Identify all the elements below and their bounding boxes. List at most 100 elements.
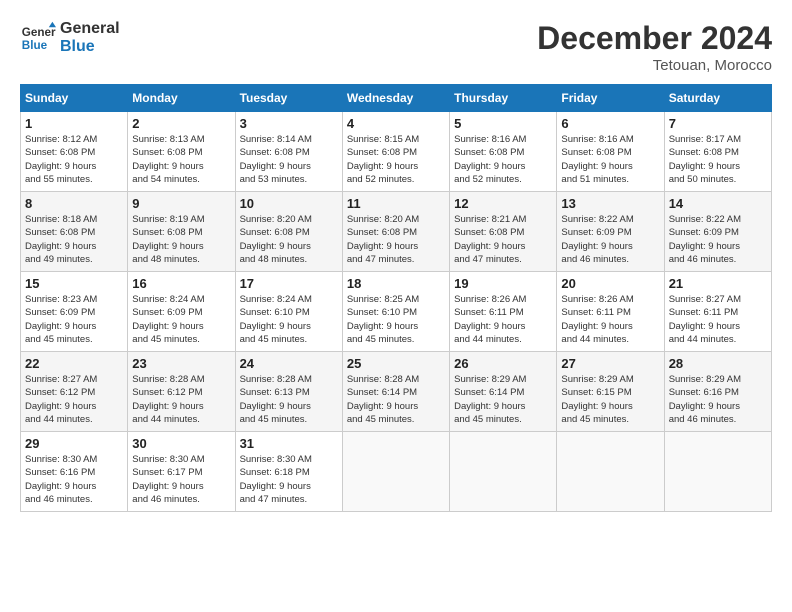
calendar-cell: 16Sunrise: 8:24 AM Sunset: 6:09 PM Dayli… <box>128 272 235 352</box>
day-number: 13 <box>561 196 659 211</box>
day-number: 26 <box>454 356 552 371</box>
day-number: 28 <box>669 356 767 371</box>
calendar-cell: 27 Sunrise: 8:29 AM Sunset: 6:15 PM Dayli… <box>557 352 664 432</box>
calendar-cell: 17 Sunrise: 8:24 AM Sunset: 6:10 PM Dayli… <box>235 272 342 352</box>
logo-blue: Blue <box>60 38 120 56</box>
day-number: 20 <box>561 276 659 291</box>
day-number: 21 <box>669 276 767 291</box>
calendar-cell: 20 Sunrise: 8:26 AM Sunset: 6:11 PM Dayli… <box>557 272 664 352</box>
day-detail: Sunrise: 8:14 AM Sunset: 6:08 PM Dayligh… <box>240 133 338 186</box>
day-number: 27 <box>561 356 659 371</box>
day-detail: Sunrise: 8:25 AM Sunset: 6:10 PM Dayligh… <box>347 293 445 346</box>
title-block: December 2024 Tetouan, Morocco <box>537 20 772 74</box>
calendar-cell: 3 Sunrise: 8:14 AM Sunset: 6:08 PM Daylig… <box>235 112 342 192</box>
day-detail: Sunrise: 8:22 AM Sunset: 6:09 PM Dayligh… <box>561 213 659 266</box>
day-number: 4 <box>347 116 445 131</box>
day-number: 22 <box>25 356 123 371</box>
calendar-cell <box>664 432 771 512</box>
day-detail: Sunrise: 8:22 AM Sunset: 6:09 PM Dayligh… <box>669 213 767 266</box>
calendar-cell: 12 Sunrise: 8:21 AM Sunset: 6:08 PM Dayli… <box>450 192 557 272</box>
day-detail: Sunrise: 8:28 AM Sunset: 6:13 PM Dayligh… <box>240 373 338 426</box>
calendar-cell: 2 Sunrise: 8:13 AM Sunset: 6:08 PM Daylig… <box>128 112 235 192</box>
col-header-thursday: Thursday <box>450 85 557 112</box>
day-detail: Sunrise: 8:16 AM Sunset: 6:08 PM Dayligh… <box>561 133 659 186</box>
day-detail: Sunrise: 8:26 AM Sunset: 6:11 PM Dayligh… <box>454 293 552 346</box>
calendar-cell: 5Sunrise: 8:16 AM Sunset: 6:08 PM Daylig… <box>450 112 557 192</box>
day-detail: Sunrise: 8:27 AM Sunset: 6:12 PM Dayligh… <box>25 373 123 426</box>
day-detail: Sunrise: 8:26 AM Sunset: 6:11 PM Dayligh… <box>561 293 659 346</box>
day-number: 16 <box>132 276 230 291</box>
calendar-cell <box>450 432 557 512</box>
day-detail: Sunrise: 8:19 AM Sunset: 6:08 PM Dayligh… <box>132 213 230 266</box>
day-detail: Sunrise: 8:20 AM Sunset: 6:08 PM Dayligh… <box>347 213 445 266</box>
calendar-cell: 26Sunrise: 8:29 AM Sunset: 6:14 PM Dayli… <box>450 352 557 432</box>
day-number: 3 <box>240 116 338 131</box>
day-number: 10 <box>240 196 338 211</box>
day-detail: Sunrise: 8:30 AM Sunset: 6:18 PM Dayligh… <box>240 453 338 506</box>
month-title: December 2024 <box>537 20 772 57</box>
calendar-cell: 4 Sunrise: 8:15 AM Sunset: 6:08 PM Daylig… <box>342 112 449 192</box>
day-number: 30 <box>132 436 230 451</box>
calendar-cell: 24 Sunrise: 8:28 AM Sunset: 6:13 PM Dayli… <box>235 352 342 432</box>
calendar-cell <box>342 432 449 512</box>
col-header-sunday: Sunday <box>21 85 128 112</box>
day-number: 14 <box>669 196 767 211</box>
location-subtitle: Tetouan, Morocco <box>537 57 772 74</box>
logo: General Blue General Blue <box>20 20 120 56</box>
calendar-cell: 19 Sunrise: 8:26 AM Sunset: 6:11 PM Dayli… <box>450 272 557 352</box>
day-detail: Sunrise: 8:29 AM Sunset: 6:16 PM Dayligh… <box>669 373 767 426</box>
page-header: General Blue General Blue December 2024 … <box>20 20 772 74</box>
day-number: 31 <box>240 436 338 451</box>
day-detail: Sunrise: 8:21 AM Sunset: 6:08 PM Dayligh… <box>454 213 552 266</box>
calendar-cell: 21 Sunrise: 8:27 AM Sunset: 6:11 PM Dayli… <box>664 272 771 352</box>
day-number: 19 <box>454 276 552 291</box>
col-header-saturday: Saturday <box>664 85 771 112</box>
col-header-tuesday: Tuesday <box>235 85 342 112</box>
calendar-cell <box>557 432 664 512</box>
day-number: 29 <box>25 436 123 451</box>
calendar-cell: 6Sunrise: 8:16 AM Sunset: 6:08 PM Daylig… <box>557 112 664 192</box>
calendar-cell: 14 Sunrise: 8:22 AM Sunset: 6:09 PM Dayli… <box>664 192 771 272</box>
day-detail: Sunrise: 8:30 AM Sunset: 6:17 PM Dayligh… <box>132 453 230 506</box>
day-number: 12 <box>454 196 552 211</box>
day-detail: Sunrise: 8:29 AM Sunset: 6:15 PM Dayligh… <box>561 373 659 426</box>
col-header-monday: Monday <box>128 85 235 112</box>
day-detail: Sunrise: 8:27 AM Sunset: 6:11 PM Dayligh… <box>669 293 767 346</box>
day-number: 18 <box>347 276 445 291</box>
calendar-cell: 18 Sunrise: 8:25 AM Sunset: 6:10 PM Dayli… <box>342 272 449 352</box>
col-header-wednesday: Wednesday <box>342 85 449 112</box>
col-header-friday: Friday <box>557 85 664 112</box>
day-number: 24 <box>240 356 338 371</box>
calendar-cell: 15 Sunrise: 8:23 AM Sunset: 6:09 PM Dayli… <box>21 272 128 352</box>
calendar-cell: 1Sunrise: 8:12 AM Sunset: 6:08 PM Daylig… <box>21 112 128 192</box>
calendar-table: SundayMondayTuesdayWednesdayThursdayFrid… <box>20 84 772 512</box>
calendar-cell: 8Sunrise: 8:18 AM Sunset: 6:08 PM Daylig… <box>21 192 128 272</box>
day-detail: Sunrise: 8:17 AM Sunset: 6:08 PM Dayligh… <box>669 133 767 186</box>
day-number: 11 <box>347 196 445 211</box>
day-detail: Sunrise: 8:15 AM Sunset: 6:08 PM Dayligh… <box>347 133 445 186</box>
day-detail: Sunrise: 8:12 AM Sunset: 6:08 PM Dayligh… <box>25 133 123 186</box>
day-number: 15 <box>25 276 123 291</box>
calendar-cell: 31 Sunrise: 8:30 AM Sunset: 6:18 PM Dayli… <box>235 432 342 512</box>
svg-text:General: General <box>22 26 56 39</box>
calendar-cell: 9 Sunrise: 8:19 AM Sunset: 6:08 PM Daylig… <box>128 192 235 272</box>
calendar-cell: 23Sunrise: 8:28 AM Sunset: 6:12 PM Dayli… <box>128 352 235 432</box>
day-number: 5 <box>454 116 552 131</box>
day-number: 23 <box>132 356 230 371</box>
day-number: 9 <box>132 196 230 211</box>
day-detail: Sunrise: 8:23 AM Sunset: 6:09 PM Dayligh… <box>25 293 123 346</box>
day-detail: Sunrise: 8:13 AM Sunset: 6:08 PM Dayligh… <box>132 133 230 186</box>
calendar-cell: 13 Sunrise: 8:22 AM Sunset: 6:09 PM Dayli… <box>557 192 664 272</box>
day-number: 17 <box>240 276 338 291</box>
calendar-cell: 10Sunrise: 8:20 AM Sunset: 6:08 PM Dayli… <box>235 192 342 272</box>
day-number: 25 <box>347 356 445 371</box>
calendar-cell: 7 Sunrise: 8:17 AM Sunset: 6:08 PM Daylig… <box>664 112 771 192</box>
day-number: 7 <box>669 116 767 131</box>
calendar-cell: 11 Sunrise: 8:20 AM Sunset: 6:08 PM Dayli… <box>342 192 449 272</box>
svg-text:Blue: Blue <box>22 39 48 52</box>
day-detail: Sunrise: 8:30 AM Sunset: 6:16 PM Dayligh… <box>25 453 123 506</box>
logo-general: General <box>60 20 120 38</box>
day-number: 2 <box>132 116 230 131</box>
day-detail: Sunrise: 8:24 AM Sunset: 6:10 PM Dayligh… <box>240 293 338 346</box>
day-detail: Sunrise: 8:28 AM Sunset: 6:14 PM Dayligh… <box>347 373 445 426</box>
